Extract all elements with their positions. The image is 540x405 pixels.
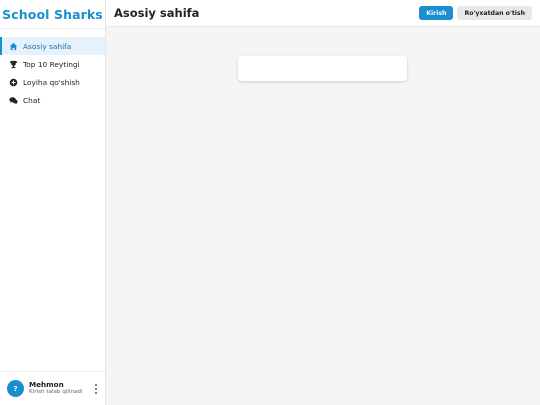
brand-name: School Sharks	[2, 6, 103, 22]
home-icon	[9, 42, 18, 51]
sidebar-item-top10[interactable]: Top 10 Reytingi	[0, 55, 105, 73]
page-title: Asosiy sahifa	[114, 6, 200, 20]
sidebar: School Sharks Asosiy sahifa Top 10 Reyti…	[0, 0, 106, 405]
user-info: Mehmon Kirish talab qilinadi	[29, 380, 83, 396]
chat-bubbles-icon	[9, 96, 18, 105]
brand-logo[interactable]: School Sharks	[0, 0, 105, 29]
sidebar-item-label: Chat	[23, 95, 41, 105]
more-options-icon[interactable]	[94, 384, 98, 394]
register-button[interactable]: Ro'yxatdan o'tish	[457, 6, 532, 20]
sidebar-item-label: Loyiha qo'shish	[23, 77, 80, 87]
trophy-icon	[9, 60, 18, 69]
sidebar-item-label: Asosiy sahifa	[23, 41, 72, 51]
main-area: Asosiy sahifa Kirish Ro'yxatdan o'tish	[106, 0, 540, 405]
sidebar-item-add-project[interactable]: Loyiha qo'shish	[0, 73, 105, 91]
user-panel: ? Mehmon Kirish talab qilinadi	[0, 371, 105, 405]
user-name: Mehmon	[29, 380, 64, 390]
user-status: Kirish talab qilinadi	[29, 389, 83, 396]
login-button[interactable]: Kirish	[419, 6, 454, 20]
sidebar-nav: Asosiy sahifa Top 10 Reytingi Loyiha qo'…	[0, 29, 105, 109]
sidebar-item-label: Top 10 Reytingi	[23, 59, 80, 69]
avatar[interactable]: ?	[7, 380, 24, 397]
plus-circle-icon	[9, 78, 18, 87]
page-content	[106, 27, 540, 405]
sidebar-item-home[interactable]: Asosiy sahifa	[0, 37, 105, 55]
sidebar-item-chat[interactable]: Chat	[0, 91, 105, 109]
content-card	[238, 56, 407, 81]
app-root: School Sharks Asosiy sahifa Top 10 Reyti…	[0, 0, 540, 405]
page-header: Asosiy sahifa Kirish Ro'yxatdan o'tish	[106, 0, 540, 27]
